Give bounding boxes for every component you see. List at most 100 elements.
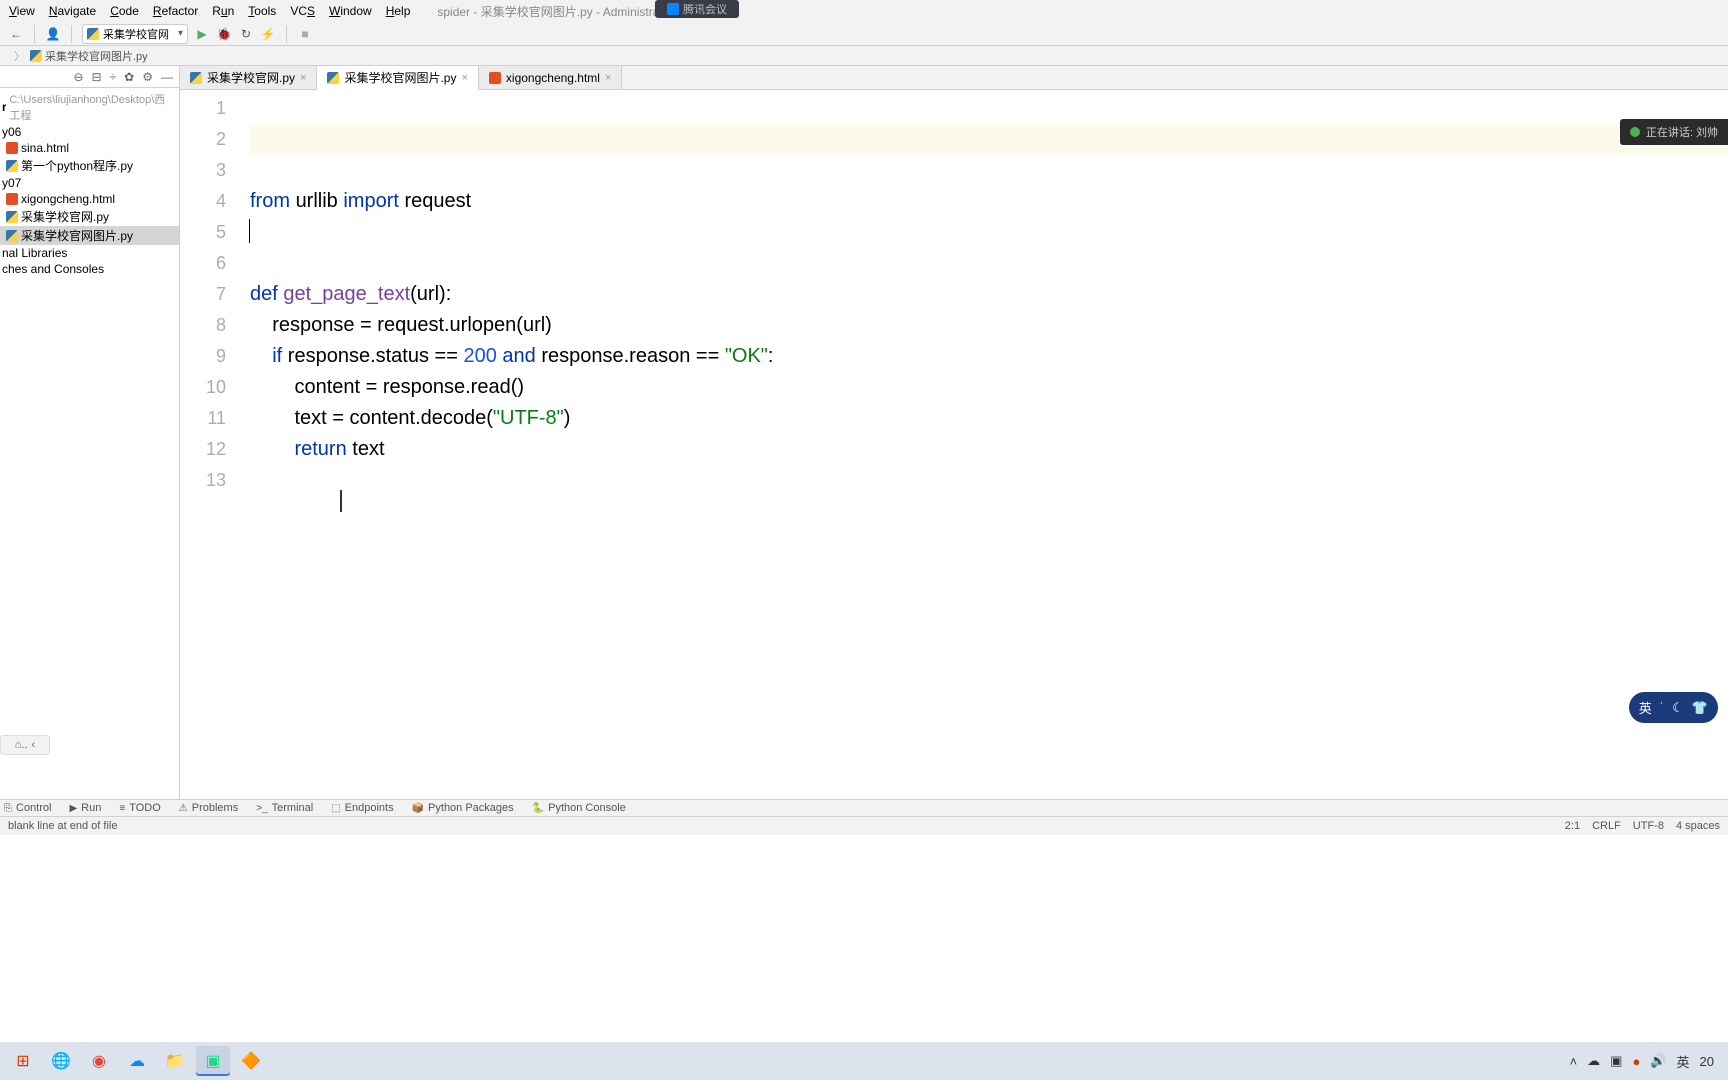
menu-view[interactable]: View [2,2,42,20]
hide-icon[interactable]: — [161,70,173,84]
taskbar-edge[interactable]: 🌐 [44,1046,78,1076]
html-icon [6,142,18,154]
tray-chevron-icon[interactable]: ˄ [1570,1054,1578,1069]
menu-refactor[interactable]: Refactor [146,2,205,20]
toolbar: ← 👤 采集学校官网 ▶ 🐞 ↻ ⚡ ■ [0,22,1728,46]
tray-time[interactable]: 20 [1700,1054,1714,1069]
line-separator[interactable]: CRLF [1592,820,1621,832]
mic-icon [1630,127,1640,137]
tree-item[interactable]: y07 [0,175,179,191]
code-line: if response.status == 200 and response.r… [250,341,1728,372]
tool-tab-python-packages[interactable]: 📦 Python Packages [410,802,516,814]
profile-button[interactable]: ⚡ [260,26,276,42]
tool-label: Terminal [272,802,314,814]
menu-vcs[interactable]: VCS [283,2,322,20]
tree-item[interactable]: nal Libraries [0,245,179,261]
tree-item[interactable]: y06 [0,124,179,140]
statusbar: blank line at end of file 2:1 CRLF UTF-8… [0,817,1728,835]
debug-button[interactable]: 🐞 [216,26,232,42]
tool-tab-run[interactable]: ▶ Run [67,802,103,814]
tree-item[interactable]: 采集学校官网.py [0,207,179,226]
tray-volume-icon[interactable]: 🔊 [1650,1053,1666,1069]
tree-item[interactable]: sina.html [0,140,179,156]
taskbar-office[interactable]: ⊞ [6,1046,40,1076]
tool-label: Python Packages [428,802,514,814]
tray-status-icon[interactable]: ● [1632,1054,1640,1069]
code-line: content = response.read() [250,372,1728,403]
meeting-icon [667,3,679,15]
gutter: 12345678910111213 [180,90,240,799]
taskbar-chrome[interactable]: ◉ [82,1046,116,1076]
menu-code[interactable]: Code [103,2,146,20]
editor-body[interactable]: 12345678910111213 from urllib import req… [180,90,1728,799]
tool-label: Run [81,802,101,814]
run-config-select[interactable]: 采集学校官网 [82,24,188,44]
meeting-overlay[interactable]: 腾讯会议 [655,0,739,18]
tool-tab-terminal[interactable]: >_Terminal [254,802,315,814]
user-button[interactable]: 👤 [45,26,61,42]
tree-item[interactable]: r C:\Users\liujianhong\Desktop\西工程 [0,90,179,124]
python-icon [6,211,18,223]
sb-select-icon[interactable]: ÷ [110,70,117,84]
tool-tab-control[interactable]: ⎘Control [2,802,53,814]
tree-path: C:\Users\liujianhong\Desktop\西工程 [9,91,175,123]
menu-run[interactable]: Run [205,2,241,20]
editor-tab[interactable]: xigongcheng.html× [479,66,623,89]
sb-collapse-icon[interactable]: ⊖ [73,70,83,84]
tool-tab-todo[interactable]: ≡TODO [117,802,162,814]
tree-item[interactable]: xigongcheng.html [0,191,179,207]
menu-window[interactable]: Window [322,2,379,20]
breadcrumb: 〉 采集学校官网图片.py [0,46,1728,66]
file-encoding[interactable]: UTF-8 [1633,820,1664,832]
tool-tab-problems[interactable]: ⚠Problems [177,802,240,814]
sb-show-icon[interactable]: ✿ [124,70,134,84]
tool-tab-python-console[interactable]: 🐍Python Console [530,802,628,814]
menu-tools[interactable]: Tools [241,2,283,20]
taskbar-cloud[interactable]: ☁ [120,1046,154,1076]
tree-item[interactable]: 采集学校官网图片.py [0,226,179,245]
status-message: blank line at end of file [8,820,1553,832]
caret-position[interactable]: 2:1 [1565,820,1580,832]
ime-pill[interactable]: 英 ˙ ☾ 👕 [1629,692,1718,723]
taskbar-app[interactable]: 🔶 [234,1046,268,1076]
line-number: 4 [180,186,226,217]
ime-shirt-icon: 👕 [1692,700,1708,716]
sb-expand-icon[interactable]: ⊟ [92,70,102,84]
tray-app-icon[interactable]: ▣ [1610,1053,1622,1069]
tray-cloud-icon[interactable]: ☁ [1587,1053,1600,1069]
taskbar-explorer[interactable]: 📁 [158,1046,192,1076]
stop-button[interactable]: ■ [297,26,313,42]
coverage-button[interactable]: ↻ [238,26,254,42]
tray-ime-icon[interactable]: 英 [1677,1052,1690,1071]
breadcrumb-item[interactable]: 采集学校官网图片.py [27,48,151,64]
tree-label: ches and Consoles [2,262,104,276]
tree-item[interactable]: ches and Consoles [0,261,179,277]
ime-moon-icon: ☾ [1672,700,1684,716]
menu-help[interactable]: Help [379,2,418,20]
tool-icon: 📦 [412,803,424,814]
left-control-strip[interactable]: ⌂..‹ [0,735,50,755]
speaking-overlay: 正在讲话: 刘帅 [1620,119,1728,145]
indent-setting[interactable]: 4 spaces [1676,820,1720,832]
close-icon[interactable]: × [461,72,467,84]
nav-back-button[interactable]: ← [8,26,24,42]
menu-navigate[interactable]: Navigate [42,2,103,20]
close-icon[interactable]: × [605,72,611,84]
line-number: 13 [180,465,226,496]
python-icon [190,72,202,84]
tool-icon: ▶ [69,803,77,814]
run-button[interactable]: ▶ [194,26,210,42]
editor-tab[interactable]: 采集学校官网图片.py × [317,66,478,90]
code-area[interactable]: from urllib import requestdef get_page_t… [250,90,1728,799]
tool-tab-endpoints[interactable]: ⬚Endpoints [329,802,395,814]
taskbar-pycharm[interactable]: ▣ [196,1046,230,1076]
close-icon[interactable]: × [300,72,306,84]
gear-icon[interactable]: ⚙ [142,70,153,84]
tree-label: xigongcheng.html [21,192,115,206]
tab-label: 采集学校官网图片.py [344,69,456,86]
tree-label: y07 [2,176,21,190]
editor-tab[interactable]: 采集学校官网.py × [180,66,317,89]
tree-item[interactable]: 第一个python程序.py [0,156,179,175]
html-icon [6,193,18,205]
tab-label: 采集学校官网.py [207,69,295,86]
